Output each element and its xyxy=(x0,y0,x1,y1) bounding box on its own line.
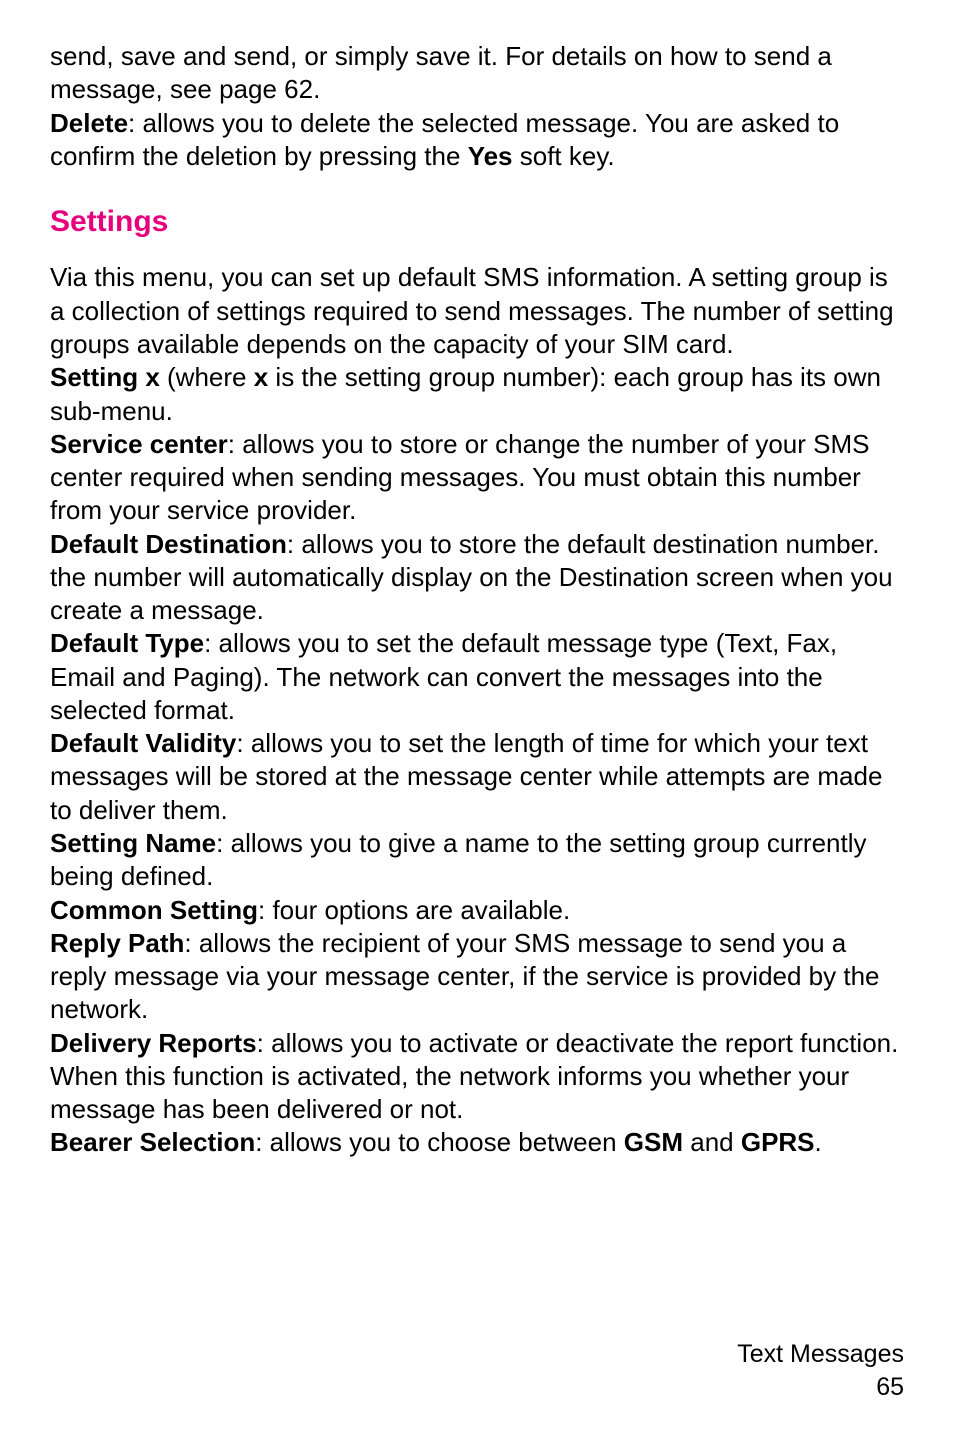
label-gsm: GSM xyxy=(624,1127,683,1157)
paragraph-default-destination: Default Destination: allows you to store… xyxy=(50,528,904,628)
paragraph-common-setting: Common Setting: four options are availab… xyxy=(50,894,904,927)
paragraph-delete: Delete: allows you to delete the selecte… xyxy=(50,107,904,174)
label-bearer-selection: Bearer Selection xyxy=(50,1127,255,1157)
label-default-type: Default Type xyxy=(50,628,204,658)
label-service-center: Service center xyxy=(50,429,228,459)
text: . xyxy=(815,1127,822,1157)
paragraph-service-center: Service center: allows you to store or c… xyxy=(50,428,904,528)
paragraph-settings-intro: Via this menu, you can set up default SM… xyxy=(50,261,904,361)
text: (where xyxy=(160,362,254,392)
text: and xyxy=(683,1127,741,1157)
label-x: x xyxy=(254,362,268,392)
page-footer: Text Messages 65 xyxy=(737,1338,904,1403)
paragraph-delivery-reports: Delivery Reports: allows you to activate… xyxy=(50,1027,904,1127)
label-reply-path: Reply Path xyxy=(50,928,184,958)
label-common-setting: Common Setting xyxy=(50,895,258,925)
document-page: send, save and send, or simply save it. … xyxy=(0,0,954,1433)
footer-section-name: Text Messages xyxy=(737,1338,904,1371)
text: send, save and send, or simply save it. … xyxy=(50,41,832,104)
heading-settings: Settings xyxy=(50,203,904,241)
label-yes: Yes xyxy=(468,141,513,171)
footer-page-number: 65 xyxy=(737,1371,904,1404)
text: : four options are available. xyxy=(258,895,570,925)
paragraph-default-validity: Default Validity: allows you to set the … xyxy=(50,727,904,827)
text: : allows you to delete the selected mess… xyxy=(50,108,839,171)
paragraph-intro-continuation: send, save and send, or simply save it. … xyxy=(50,40,904,107)
label-delivery-reports: Delivery Reports xyxy=(50,1028,257,1058)
label-delete: Delete xyxy=(50,108,128,138)
label-default-validity: Default Validity xyxy=(50,728,236,758)
paragraph-bearer-selection: Bearer Selection: allows you to choose b… xyxy=(50,1126,904,1159)
label-gprs: GPRS xyxy=(741,1127,815,1157)
text: soft key. xyxy=(513,141,615,171)
label-setting-name: Setting Name xyxy=(50,828,216,858)
paragraph-reply-path: Reply Path: allows the recipient of your… xyxy=(50,927,904,1027)
paragraph-setting-x: Setting x (where x is the setting group … xyxy=(50,361,904,428)
label-default-destination: Default Destination xyxy=(50,529,287,559)
paragraph-default-type: Default Type: allows you to set the defa… xyxy=(50,627,904,727)
label-setting-x: Setting x xyxy=(50,362,160,392)
paragraph-setting-name: Setting Name: allows you to give a name … xyxy=(50,827,904,894)
text: Via this menu, you can set up default SM… xyxy=(50,262,894,359)
text: : allows you to choose between xyxy=(255,1127,624,1157)
